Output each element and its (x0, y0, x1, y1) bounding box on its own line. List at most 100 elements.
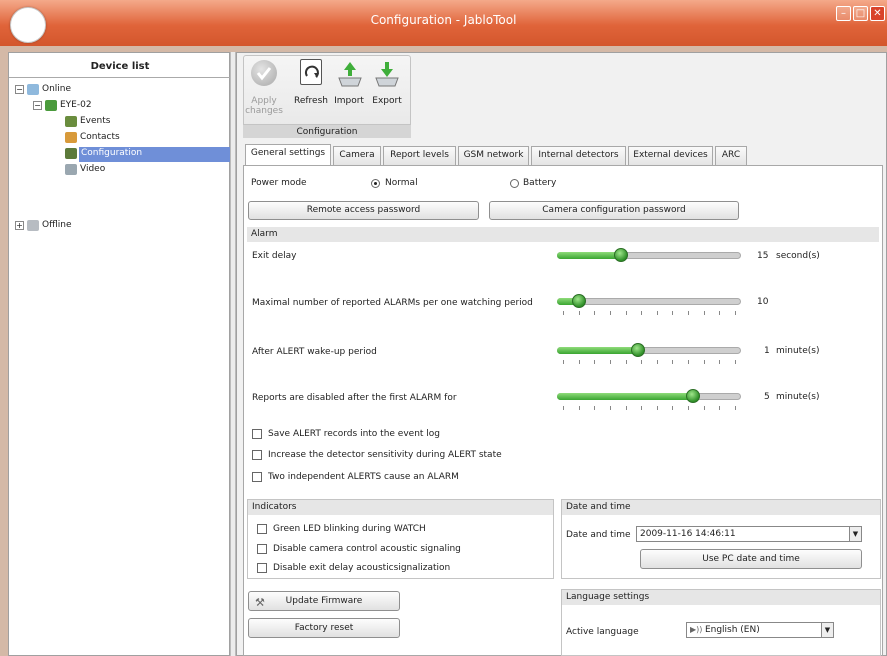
speaker-icon: ▶)) (690, 625, 705, 634)
export-icon (373, 60, 401, 88)
tab-camera[interactable]: Camera (333, 146, 381, 165)
minimize-button[interactable]: – (836, 6, 851, 21)
slider-tick (672, 311, 674, 315)
slider-tick (703, 406, 705, 410)
slider-tick (719, 360, 721, 364)
slider-tick (656, 360, 658, 364)
close-button[interactable]: ✕ (870, 6, 885, 21)
toolbar-group-label: Configuration (243, 124, 411, 138)
tab-arc[interactable]: ARC (715, 146, 747, 165)
date-picker-arrow-icon[interactable]: ▼ (849, 527, 861, 541)
refresh-icon (300, 59, 322, 85)
slider-track[interactable] (557, 347, 741, 354)
reports-disabled-value: 5 (764, 392, 770, 402)
tab-general-settings[interactable]: General settings (245, 144, 331, 166)
language-select[interactable]: ▶)) English (EN) (686, 622, 834, 638)
increase-sensitivity-checkbox[interactable] (252, 450, 262, 460)
max-alarms-label: Maximal number of reported ALARMs per on… (252, 298, 533, 308)
wrench-icon: ⚒ (255, 596, 265, 609)
slider-thumb[interactable] (572, 294, 586, 308)
disable-camera-acoustic-checkbox[interactable] (257, 544, 267, 554)
slider-tick (594, 406, 596, 410)
slider-tick (656, 406, 658, 410)
slider-tick (563, 311, 564, 315)
expand-offline-toggle[interactable]: + (15, 221, 24, 230)
camera-configuration-password-button[interactable]: Camera configuration password (489, 201, 739, 220)
remote-access-password-button[interactable]: Remote access password (248, 201, 479, 220)
max-alarms-value: 10 (757, 297, 769, 307)
slider-tick (703, 311, 705, 315)
green-led-label: Green LED blinking during WATCH (273, 524, 426, 534)
increase-sensitivity-label: Increase the detector sensitivity during… (268, 450, 502, 460)
tab-internal-detectors[interactable]: Internal detectors (531, 146, 626, 165)
export-button[interactable]: Export (367, 96, 407, 106)
slider-tick (719, 311, 721, 315)
active-language-label: Active language (566, 627, 639, 637)
tab-report-levels[interactable]: Report levels (383, 146, 456, 165)
online-gear-icon (27, 84, 39, 95)
refresh-button[interactable]: Refresh (291, 96, 331, 106)
slider-tick (594, 360, 596, 364)
tab-gsm-network[interactable]: GSM network (458, 146, 529, 165)
slider-tick (578, 360, 580, 364)
language-value: English (EN) (704, 625, 760, 635)
power-normal-radio[interactable] (371, 179, 380, 188)
two-alerts-alarm-checkbox[interactable] (252, 472, 262, 482)
tree-item-video[interactable]: Video (80, 164, 105, 174)
slider-thumb[interactable] (614, 248, 628, 262)
disable-exit-delay-acoustic-checkbox[interactable] (257, 563, 267, 573)
maximize-button[interactable]: □ (853, 6, 868, 21)
update-firmware-label: Update Firmware (285, 596, 363, 606)
expand-online-toggle[interactable]: − (15, 85, 24, 94)
date-time-field[interactable]: 2009-11-16 14:46:11 (636, 526, 862, 542)
two-alerts-alarm-label: Two independent ALERTS cause an ALARM (268, 472, 459, 482)
power-battery-radio[interactable] (510, 179, 519, 188)
slider-tick (594, 311, 596, 315)
tree-item-offline[interactable]: Offline (42, 220, 72, 230)
tree-item-device[interactable]: EYE-02 (60, 100, 92, 110)
tree-item-contacts[interactable]: Contacts (80, 132, 120, 142)
slider-thumb[interactable] (631, 343, 645, 357)
alarm-section-header: Alarm (247, 227, 879, 242)
wakeup-period-value: 1 (764, 346, 770, 356)
tab-external-devices[interactable]: External devices (628, 146, 713, 165)
tree-item-online[interactable]: Online (42, 84, 71, 94)
configuration-icon (65, 148, 77, 159)
save-alert-records-label: Save ALERT records into the event log (268, 429, 441, 439)
slider-tick (625, 360, 627, 364)
tree-item-events[interactable]: Events (80, 116, 110, 126)
slider-track[interactable] (557, 393, 741, 400)
exit-delay-unit: second(s) (776, 251, 820, 261)
slider-tick (578, 406, 580, 410)
reports-disabled-unit: minute(s) (776, 392, 820, 402)
apply-changes-button[interactable]: Apply changes (244, 96, 284, 116)
slider-tick (735, 406, 736, 410)
language-header: Language settings (562, 590, 880, 605)
slider-thumb[interactable] (686, 389, 700, 403)
slider-tick (641, 406, 643, 410)
slider-tick (719, 406, 721, 410)
update-firmware-button[interactable]: ⚒ Update Firmware (248, 591, 400, 611)
wakeup-period-label: After ALERT wake-up period (252, 347, 377, 357)
divider (9, 77, 231, 78)
indicators-header: Indicators (248, 500, 553, 515)
tree-item-configuration[interactable]: Configuration (81, 148, 142, 158)
slider-tick (688, 406, 690, 410)
save-alert-records-checkbox[interactable] (252, 429, 262, 439)
use-pc-date-button[interactable]: Use PC date and time (640, 549, 862, 569)
app-orb-button[interactable] (10, 7, 46, 43)
slider-tick (641, 311, 643, 315)
window-title: Configuration - JabloTool (370, 13, 517, 27)
green-led-checkbox[interactable] (257, 524, 267, 534)
factory-reset-button[interactable]: Factory reset (248, 618, 400, 638)
import-button[interactable]: Import (329, 96, 369, 106)
contacts-icon (65, 132, 77, 143)
slider-tick (563, 406, 564, 410)
slider-track[interactable] (557, 252, 741, 259)
power-battery-label: Battery (523, 178, 557, 188)
expand-device-toggle[interactable]: − (33, 101, 42, 110)
language-dropdown-arrow-icon[interactable]: ▼ (821, 623, 833, 637)
device-list-title: Device list (90, 61, 150, 72)
slider-tick (625, 311, 627, 315)
slider-tick (735, 311, 736, 315)
